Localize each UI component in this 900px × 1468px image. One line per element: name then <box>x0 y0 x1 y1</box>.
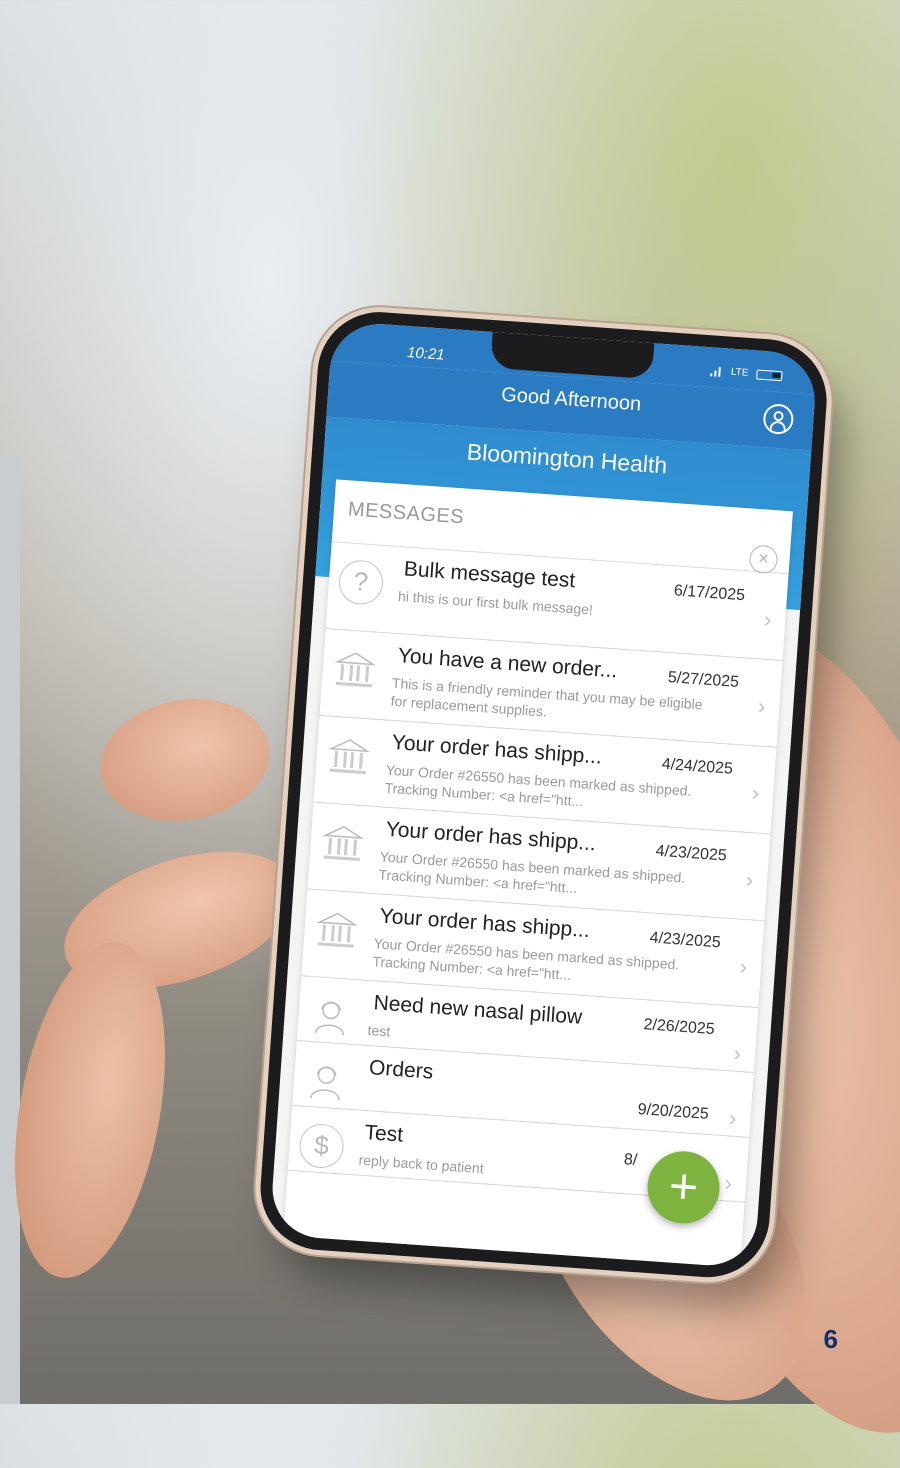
message-date: 5/27/2025 <box>667 669 740 691</box>
chevron-right-icon: › <box>738 953 748 980</box>
chevron-right-icon: › <box>744 866 755 893</box>
message-date: 8/ <box>623 1151 638 1170</box>
phone: 10:21 LTE Good Afternoon Bloomington Hea… <box>256 308 831 1282</box>
question-icon: ? <box>337 558 385 606</box>
left-finger-top <box>90 686 280 834</box>
phone-screen: 10:21 LTE Good Afternoon Bloomington Hea… <box>269 320 818 1269</box>
message-date: 6/17/2025 <box>673 582 746 605</box>
side-panel <box>0 455 20 1404</box>
bank-icon <box>313 906 360 953</box>
message-list: ? Bulk message test 6/17/2025 hi this is… <box>287 542 789 1203</box>
chevron-right-icon: › <box>732 1040 742 1067</box>
status-time: 10:21 <box>406 344 446 364</box>
message-date: 4/23/2025 <box>655 842 728 865</box>
signal-icon <box>710 366 724 377</box>
agent-icon <box>303 1058 350 1105</box>
messages-title: MESSAGES <box>347 498 465 529</box>
page-number: 6 <box>823 1324 838 1354</box>
chevron-right-icon: › <box>763 606 773 633</box>
bank-icon <box>325 732 372 779</box>
message-date: 4/23/2025 <box>649 929 722 952</box>
chevron-right-icon: › <box>751 780 761 806</box>
agent-icon <box>307 993 354 1040</box>
status-indicators: LTE <box>710 365 783 381</box>
battery-icon <box>756 368 783 381</box>
messages-card: MESSAGES × ? Bulk message test 6/17/2025… <box>283 479 793 1268</box>
chevron-right-icon: › <box>728 1105 738 1131</box>
message-date: 2/26/2025 <box>643 1016 716 1039</box>
chevron-right-icon: › <box>723 1170 733 1196</box>
chevron-right-icon: › <box>757 693 767 719</box>
message-date: 4/24/2025 <box>661 755 734 778</box>
message-date: 9/20/2025 <box>637 1100 710 1123</box>
message-title: Orders <box>368 1056 434 1084</box>
bank-icon <box>319 819 366 866</box>
close-icon[interactable]: × <box>748 544 779 575</box>
dollar-icon: $ <box>298 1122 346 1170</box>
network-type: LTE <box>730 366 749 379</box>
bank-icon <box>331 646 378 693</box>
